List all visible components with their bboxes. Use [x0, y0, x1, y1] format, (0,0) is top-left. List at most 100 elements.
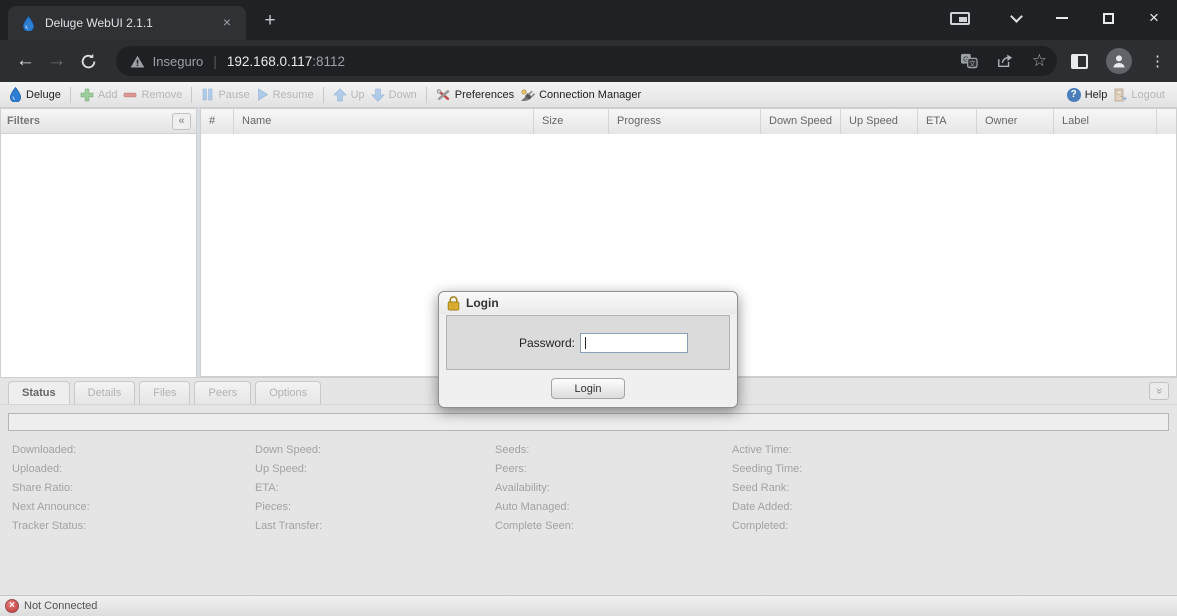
tab-details[interactable]: Details [74, 381, 136, 404]
field-label: Availability: [495, 479, 732, 498]
not-secure-warning-icon [130, 55, 145, 68]
field-label: Last Transfer: [255, 517, 495, 536]
field-label: Seeds: [495, 441, 732, 460]
detail-panel: Status Details Files Peers Options » Dow… [0, 377, 1177, 595]
detail-panel-collapse-button[interactable]: » [1149, 382, 1169, 400]
browser-menu-kebab-icon[interactable]: ⋮ [1150, 52, 1165, 70]
toolbar-item-deluge[interactable]: Deluge [9, 87, 61, 102]
field-label: Next Announce: [12, 498, 255, 517]
side-panel-icon[interactable] [1071, 54, 1088, 69]
connection-manager-plug-icon [520, 88, 535, 102]
url-port[interactable]: :8112 [312, 54, 345, 69]
password-label: Password: [447, 336, 580, 350]
field-label: Complete Seen: [495, 517, 732, 536]
column-header-eta[interactable]: ETA [918, 109, 977, 134]
tab-status[interactable]: Status [8, 381, 70, 404]
toolbar-separator [70, 87, 71, 103]
toolbar-separator [426, 87, 427, 103]
reload-icon [80, 53, 97, 70]
browser-tab[interactable]: Deluge WebUI 2.1.1 × [8, 6, 246, 40]
logout-label: Logout [1131, 89, 1165, 101]
reload-button[interactable] [72, 53, 103, 70]
back-button[interactable]: ← [10, 50, 41, 72]
login-dialog: Login Password: Login [438, 291, 738, 408]
tab-title: Deluge WebUI 2.1.1 [45, 16, 218, 30]
lock-icon [447, 296, 460, 311]
browser-toolbar: ← → Inseguro | 192.168.0.117:8112 G文 ☆ ⋮ [0, 40, 1177, 82]
security-label[interactable]: Inseguro [153, 54, 204, 69]
tab-close-icon[interactable]: × [218, 14, 236, 32]
toolbar-item-label: Connection Manager [539, 89, 641, 101]
field-label: Auto Managed: [495, 498, 732, 517]
column-header-name[interactable]: Name [234, 109, 534, 134]
tab-search-chevron-down-icon[interactable] [1010, 10, 1023, 23]
toolbar-separator [323, 87, 324, 103]
field-label: Peers: [495, 460, 732, 479]
tab-options[interactable]: Options [255, 381, 321, 404]
field-label: Completed: [732, 517, 1177, 536]
tab-files[interactable]: Files [139, 381, 190, 404]
new-tab-button[interactable]: + [256, 8, 284, 36]
resume-play-icon [256, 88, 269, 101]
address-bar[interactable]: Inseguro | 192.168.0.117:8112 G文 ☆ [116, 46, 1057, 76]
toolbar-item-label: Add [98, 89, 118, 101]
bookmark-star-icon[interactable]: ☆ [1032, 51, 1047, 71]
toolbar-item-label: Deluge [26, 89, 61, 101]
window-close-button[interactable]: × [1131, 1, 1177, 35]
column-header-number[interactable]: # [201, 109, 234, 134]
maximize-button[interactable] [1085, 1, 1131, 35]
column-header-upspeed[interactable]: Up Speed [841, 109, 918, 134]
password-field[interactable] [580, 333, 688, 353]
toolbar-item-label: Down [389, 89, 417, 101]
help-button[interactable]: ? Help [1067, 88, 1108, 102]
tab-preview-icon[interactable] [950, 12, 970, 25]
deluge-logo-icon [9, 87, 22, 102]
connection-status-text[interactable]: Not Connected [24, 600, 97, 612]
url-separator: | [213, 53, 217, 69]
field-label: Active Time: [732, 441, 1177, 460]
toolbar-item-label: Resume [273, 89, 314, 101]
filters-collapse-button[interactable]: « [172, 113, 191, 130]
url-host[interactable]: 192.168.0.117 [227, 54, 312, 69]
filters-panel-body [1, 134, 196, 377]
column-header-owner[interactable]: Owner [977, 109, 1054, 134]
toolbar-item-down: Down [371, 88, 417, 102]
tab-peers[interactable]: Peers [194, 381, 251, 404]
toolbar-item-up: Up [333, 88, 365, 102]
profile-avatar[interactable] [1106, 48, 1132, 74]
column-header-progress[interactable]: Progress [609, 109, 761, 134]
toolbar-item-preferences[interactable]: Preferences [436, 88, 514, 102]
translate-button[interactable]: G文 [960, 53, 978, 69]
forward-button: → [41, 50, 72, 72]
queue-up-arrow-icon [333, 88, 347, 102]
field-label: Share Ratio: [12, 479, 255, 498]
filters-panel-header: Filters « [1, 109, 196, 134]
browser-tabstrip: Deluge WebUI 2.1.1 × + × [0, 0, 1177, 40]
not-connected-error-icon: × [5, 599, 19, 613]
torrent-progressbar-empty [8, 413, 1169, 431]
field-label: Seeding Time: [732, 460, 1177, 479]
filters-title: Filters [7, 115, 40, 127]
remove-minus-icon [123, 88, 137, 102]
text-caret [585, 337, 586, 349]
field-label: Up Speed: [255, 460, 495, 479]
minimize-button[interactable] [1039, 1, 1085, 35]
column-header-label[interactable]: Label [1054, 109, 1157, 134]
logout-door-icon [1113, 88, 1127, 102]
column-header-size[interactable]: Size [534, 109, 609, 134]
login-dialog-header[interactable]: Login [439, 292, 737, 314]
field-label: ETA: [255, 479, 495, 498]
login-dialog-title: Login [466, 296, 499, 310]
field-label: Seed Rank: [732, 479, 1177, 498]
field-label: Downloaded: [12, 441, 255, 460]
add-plus-icon [80, 88, 94, 102]
share-button[interactable] [996, 53, 1014, 69]
toolbar-right: ⋮ [1071, 48, 1177, 74]
translate-icon: G文 [960, 53, 978, 69]
svg-text:文: 文 [969, 59, 976, 68]
toolbar-item-label: Pause [218, 89, 249, 101]
login-button[interactable]: Login [551, 378, 625, 399]
column-header-downspeed[interactable]: Down Speed [761, 109, 841, 134]
toolbar-item-connection-manager[interactable]: Connection Manager [520, 88, 641, 102]
connection-statusbar: × Not Connected [0, 595, 1177, 616]
